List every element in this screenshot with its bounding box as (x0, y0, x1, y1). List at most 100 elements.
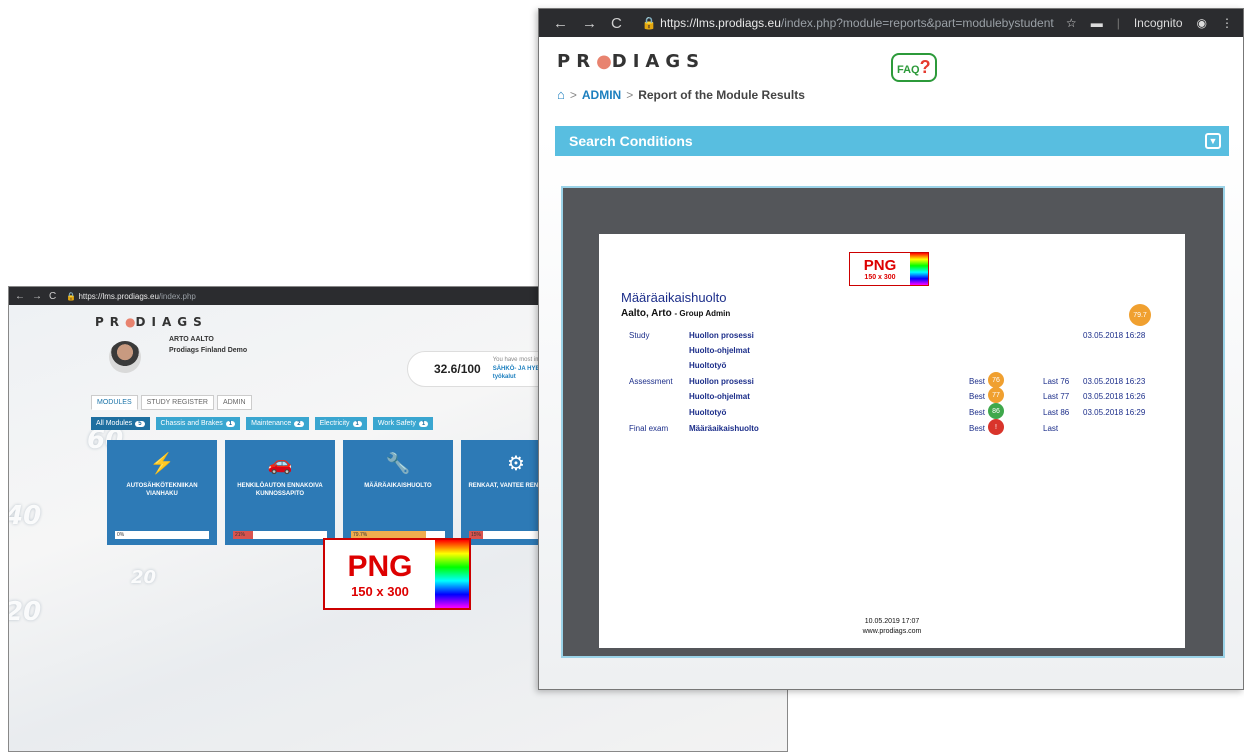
diagnostics-icon: ⚡ (149, 452, 175, 475)
footer-date: 10.05.2019 17:07 (864, 618, 920, 625)
lock-icon: 🔒 (641, 16, 657, 30)
forward-arrow-icon[interactable]: → (582, 15, 597, 32)
user-org: Prodiags Finland Demo (169, 346, 248, 354)
module-filters: All Modules 5 Chassis and Brakes 1 Mainten… (91, 417, 434, 430)
assessment-name: Huoltotyö (689, 408, 727, 417)
study-label: Study (629, 331, 650, 340)
tab-modules[interactable]: MODULES (91, 395, 138, 410)
png-placeholder: PNG 150 x 300 (849, 252, 929, 286)
score-link-2[interactable]: työkalut (493, 373, 544, 381)
assessment-name: Huollon prosessi (689, 377, 754, 386)
tools-icon: 🔧 (385, 452, 411, 475)
filter-all-modules[interactable]: All Modules 5 (91, 417, 150, 430)
reload-icon[interactable]: C (611, 15, 622, 32)
avatar[interactable] (109, 341, 141, 373)
filter-electricity[interactable]: Electricity 1 (314, 417, 367, 430)
best-label: Best (969, 377, 986, 386)
last-score: Last 76 (1043, 377, 1070, 386)
study-item: Huolto-ohjelmat (689, 346, 750, 355)
tab-admin[interactable]: ADMIN (216, 395, 252, 410)
filter-work-safety[interactable]: Work Safety 1 (372, 417, 434, 430)
study-item: Huollon prosessi (689, 331, 754, 340)
url-domain: https://lms.prodiags.eu (660, 16, 781, 30)
png-small-text: 150 x 300 (864, 274, 896, 281)
report-page: PNG 150 x 300 Määräaikaishuolto Aalto, A… (599, 234, 1185, 648)
home-icon[interactable]: ⌂ (557, 87, 565, 102)
url-path: /index.php?module=reports&part=modulebys… (780, 16, 1054, 30)
breadcrumb: ⌂ > ADMIN > Report of the Module Results (557, 87, 805, 102)
question-icon: ? (919, 57, 931, 77)
cast-icon[interactable]: ▬ (1091, 16, 1103, 30)
assessment-date: 03.05.2018 16:26 (1083, 392, 1146, 401)
assessment-date: 03.05.2018 16:23 (1083, 377, 1146, 386)
module-card[interactable]: 🔧 MÄÄRÄAIKAISHUOLTO 79.7% (343, 440, 453, 545)
study-date: 03.05.2018 16:28 (1083, 331, 1146, 340)
score-link[interactable]: SÄHKÖ- JA HYBR (493, 365, 544, 373)
last-score: Last 77 (1043, 392, 1070, 401)
module-card[interactable]: ⚡ AUTOSÄHKÖTEKNIIKAN VIANHAKU 0% (107, 440, 217, 545)
best-score-badge: ! (988, 419, 1004, 435)
filter-chassis-brakes[interactable]: Chassis and Brakes 1 (155, 417, 241, 430)
progress-bar: 0% (115, 531, 209, 539)
gauge-number: 20 (131, 567, 157, 588)
assessment-date: 03.05.2018 16:29 (1083, 408, 1146, 417)
best-label: Best (969, 392, 986, 401)
incognito-icon[interactable]: ◉ (1197, 16, 1207, 30)
gauge-number: 40 (8, 501, 42, 531)
png-big-text: PNG (347, 549, 413, 583)
progress-fill: 21% (233, 531, 253, 539)
reload-icon[interactable]: C (49, 291, 56, 302)
back-arrow-icon[interactable]: ← (553, 15, 568, 32)
url-domain: https://lms.prodiags.eu (78, 291, 159, 301)
student-name: Aalto, Arto - Group Admin (621, 308, 731, 319)
best-score-badge: 77 (988, 387, 1004, 403)
best-label: Best (969, 408, 986, 417)
main-tabs: MODULES STUDY REGISTER ADMIN (91, 395, 252, 410)
score-panel: 32.6/100 You have most im SÄHKÖ- JA HYBR… (407, 351, 557, 387)
user-info: ARTO AALTO Prodiags Finland Demo (169, 335, 247, 356)
car-icon: 🚗 (267, 452, 293, 475)
module-card[interactable]: 🚗 HENKILÖAUTON ENNAKOIVA KUNNOSSAPITO 21… (225, 440, 335, 545)
assessment-name: Huolto-ohjelmat (689, 392, 750, 401)
rainbow-swatch (435, 540, 469, 608)
last-score: Last 86 (1043, 408, 1070, 417)
user-name: ARTO AALTO (169, 336, 214, 343)
last-score: Last (1043, 424, 1059, 433)
forward-arrow-icon[interactable]: → (32, 291, 42, 302)
prodiags-logo[interactable]: PR●DIAGS (557, 51, 705, 72)
module-title: AUTOSÄHKÖTEKNIIKAN VIANHAKU (126, 483, 198, 498)
address-bar[interactable]: 🔒 https://lms.prodiags.eu/index.php (66, 292, 196, 301)
tab-study-register[interactable]: STUDY REGISTER (140, 395, 214, 410)
faq-button[interactable]: FAQ? (891, 53, 937, 82)
back-arrow-icon[interactable]: ← (15, 291, 25, 302)
incognito-label: Incognito (1133, 16, 1183, 30)
toolbar-divider: | (1116, 16, 1120, 30)
gauge-number: 20 (8, 597, 42, 627)
best-score-badge: 86 (988, 403, 1004, 419)
lock-icon: 🔒 (66, 291, 77, 301)
search-conditions-title: Search Conditions (569, 133, 693, 149)
prodiags-logo[interactable]: PR●DIAGS (95, 315, 208, 329)
filter-maintenance[interactable]: Maintenance 2 (246, 417, 309, 430)
best-score-badge: 76 (988, 372, 1004, 388)
url-path: /index.php (158, 291, 196, 301)
breadcrumb-separator: > (569, 87, 577, 102)
progress-bar: 21% (233, 531, 327, 539)
chevron-down-icon[interactable]: ▼ (1205, 133, 1221, 149)
module-title: HENKILÖAUTON ENNAKOIVA KUNNOSSAPITO (237, 483, 323, 498)
total-score-badge: 79.7 (1129, 304, 1151, 326)
final-exam-label: Final exam (629, 424, 669, 433)
best-label: Best (969, 424, 986, 433)
progress-fill: 15% (469, 531, 484, 539)
assessment-label: Assessment (629, 377, 673, 386)
star-icon[interactable]: ☆ (1066, 16, 1077, 30)
address-bar[interactable]: 🔒 https://lms.prodiags.eu/index.php?modu… (642, 16, 1054, 30)
menu-icon[interactable]: ⋮ (1221, 16, 1233, 30)
score-note: You have most im (492, 357, 541, 364)
search-conditions-bar[interactable]: Search Conditions ▼ (555, 126, 1229, 156)
progress-fill: 0% (115, 531, 127, 539)
breadcrumb-admin-link[interactable]: ADMIN (582, 88, 621, 102)
study-item: Huoltotyö (689, 361, 727, 370)
png-placeholder: PNG 150 x 300 (323, 538, 471, 610)
final-exam-name: Määräaikaishuolto (689, 424, 759, 433)
